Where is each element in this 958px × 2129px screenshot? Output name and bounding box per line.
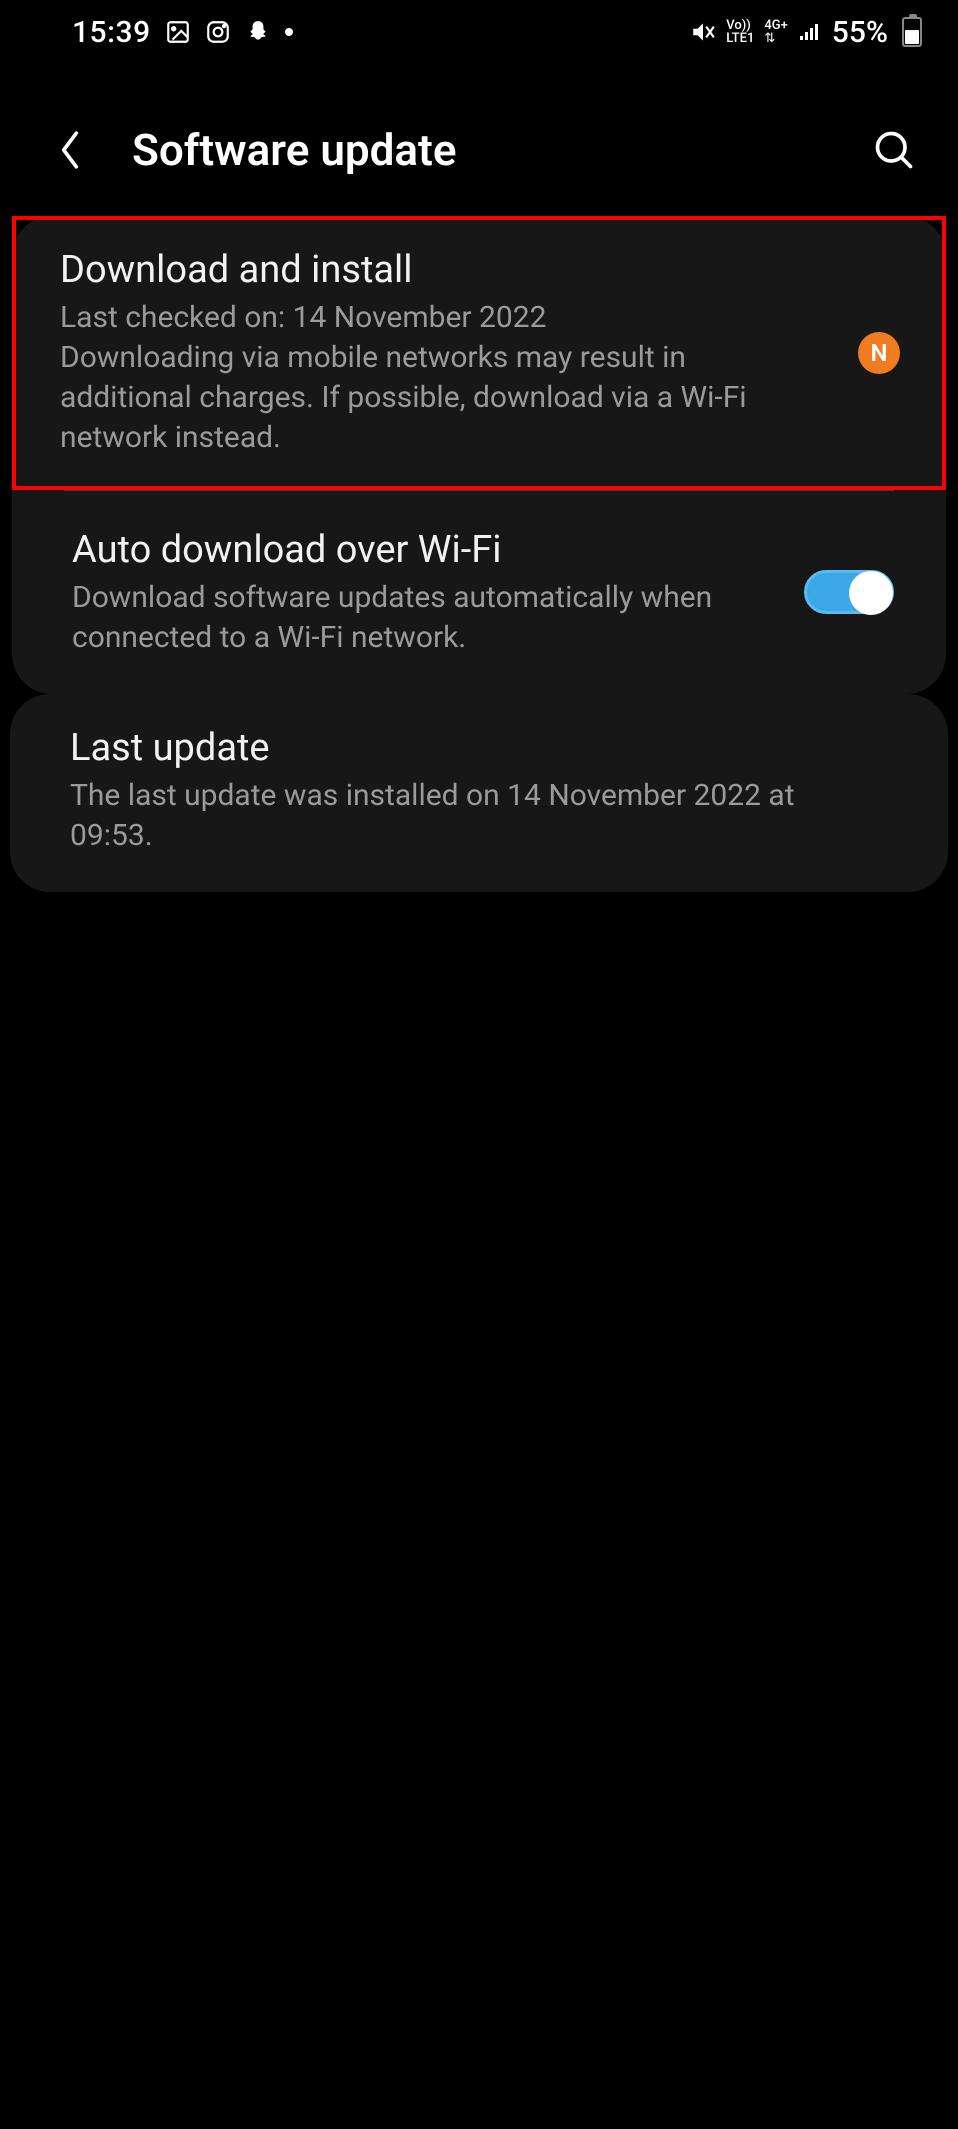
back-button[interactable] (50, 130, 90, 170)
status-bar: 15:39 Vo))LTE1 4G+⇅ 55% (0, 0, 958, 64)
status-time: 15:39 (72, 15, 151, 50)
battery-percentage: 55% (832, 15, 888, 50)
auto-download-item[interactable]: Auto download over Wi-Fi Download softwa… (12, 490, 946, 694)
last-update-subtitle: The last update was installed on 14 Nove… (70, 776, 888, 856)
download-and-install-title: Download and install (60, 248, 892, 292)
status-bar-left: 15:39 (72, 15, 293, 50)
status-bar-right: Vo))LTE1 4G+⇅ 55% (690, 15, 922, 50)
page-header: Software update (0, 64, 958, 216)
search-button[interactable] (870, 126, 918, 174)
download-and-install-item[interactable]: Download and install Last checked on: 14… (16, 220, 942, 486)
settings-group-1: Download and install Last checked on: 14… (12, 216, 946, 694)
settings-group-2: Last update The last update was installe… (10, 694, 948, 892)
gallery-icon (165, 19, 191, 45)
page-title: Software update (132, 124, 828, 176)
download-and-install-subtitle: Last checked on: 14 November 2022 Downlo… (60, 298, 892, 458)
volte-icon: Vo))LTE1 (726, 19, 754, 45)
more-notifications-icon (285, 28, 293, 36)
search-icon (872, 128, 916, 172)
signal-icon (798, 20, 822, 44)
battery-icon (902, 17, 922, 47)
instagram-icon (205, 19, 231, 45)
highlight-box: Download and install Last checked on: 14… (12, 216, 946, 490)
auto-download-title: Auto download over Wi-Fi (72, 528, 886, 572)
last-update-item[interactable]: Last update The last update was installe… (10, 694, 948, 892)
last-update-title: Last update (70, 726, 888, 770)
new-badge: N (858, 332, 900, 374)
snapchat-icon (245, 19, 271, 45)
auto-download-subtitle: Download software updates automatically … (72, 578, 886, 658)
auto-download-switch[interactable] (804, 570, 894, 614)
network-type-icon: 4G+⇅ (764, 19, 787, 45)
chevron-left-icon (56, 129, 84, 171)
mute-icon (690, 19, 716, 45)
